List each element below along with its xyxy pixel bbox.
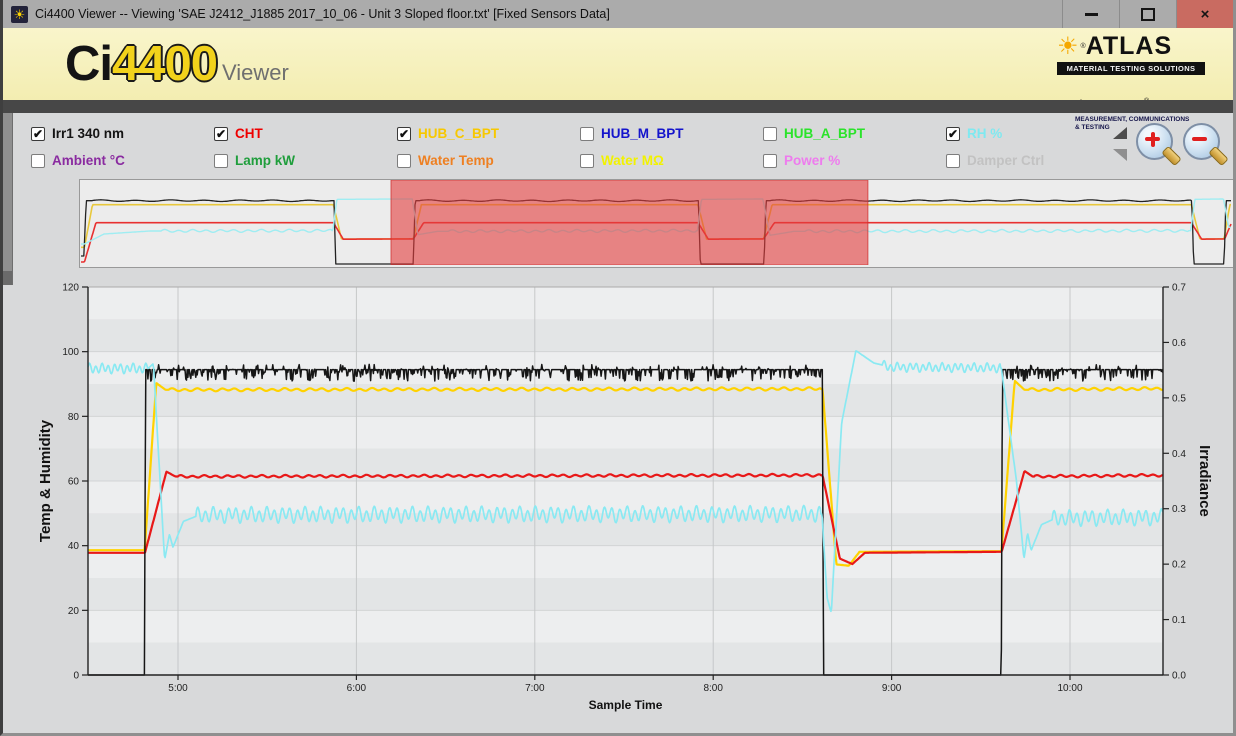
checkbox-unchecked-icon[interactable] [946,154,960,168]
channel-toggle-lamp-kw[interactable]: Lamp kW [214,147,397,174]
channel-label: CHT [235,126,263,141]
atlas-sun-icon: ☀ [1057,35,1079,59]
ci4400-logo: Ci4400 Viewer [65,36,289,92]
tick-label-left: 40 [68,541,80,552]
window-title: Ci4400 Viewer -- Viewing 'SAE J2412_J188… [35,7,610,21]
tick-label-left: 80 [68,412,80,423]
channel-label: Damper Ctrl [967,153,1044,168]
maximize-icon [1141,8,1155,21]
channel-toggle-hub-m-bpt[interactable]: HUB_M_BPT [580,120,763,147]
y-axis-label-right: Irradiance [1196,445,1213,517]
channel-toggle-water-m-[interactable]: Water MΩ [580,147,763,174]
tick-label-left: 20 [68,606,80,617]
zoom-in-handle-icon [1161,146,1182,167]
tick-label-bottom: 8:00 [703,683,723,694]
checkbox-unchecked-icon[interactable] [31,154,45,168]
tick-label-right: 0.0 [1172,671,1186,682]
logo-ci-text: Ci [65,36,112,92]
maximize-button[interactable] [1119,0,1176,28]
tick-label-bottom: 7:00 [525,683,545,694]
zoom-out-button[interactable] [1183,123,1229,169]
checkbox-checked-icon[interactable]: ✔ [397,127,411,141]
logo-4400-text: 4400 [112,36,217,92]
checkbox-unchecked-icon[interactable] [763,154,777,168]
tick-label-bottom: 6:00 [347,683,367,694]
channel-toggle-panel: ✔ Irr1 340 nm ✔ CHT ✔ HUB_C_BPT HUB_M_BPT HUB_A… [31,120,1129,174]
channel-label: RH % [967,126,1002,141]
header-banner: Ci4400 Viewer ☀® ATLAS MATERIAL TESTING … [3,28,1233,100]
app-window: ☀ Ci4400 Viewer -- Viewing 'SAE J2412_J1… [0,0,1236,736]
minimize-button[interactable] [1062,0,1119,28]
tick-label-right: 0.4 [1172,449,1186,460]
channel-toggle-irr1-340-nm[interactable]: ✔ Irr1 340 nm [31,120,214,147]
tick-label-left: 100 [62,347,79,358]
left-gutter [3,113,13,285]
plot-area[interactable] [88,287,1163,675]
channel-label: HUB_C_BPT [418,126,499,141]
close-icon: × [1201,7,1210,22]
tick-label-bottom: 5:00 [168,683,188,694]
tick-label-right: 0.2 [1172,560,1186,571]
checkbox-unchecked-icon[interactable] [397,154,411,168]
y-axis-label-left: Temp & Humidity [37,419,54,542]
close-button[interactable]: × [1176,0,1233,28]
atlas-logo: ☀® ATLAS MATERIAL TESTING SOLUTIONS [1057,32,1205,75]
app-icon: ☀ [11,6,28,23]
channel-label: Water MΩ [601,153,664,168]
channel-label: HUB_A_BPT [784,126,865,141]
tick-label-right: 0.7 [1172,283,1186,294]
x-axis-label: Sample Time [589,698,663,712]
tick-label-left: 120 [62,283,79,294]
channel-toggle-hub-c-bpt[interactable]: ✔ HUB_C_BPT [397,120,580,147]
tick-label-right: 0.1 [1172,615,1186,626]
tick-label-left: 0 [73,671,79,682]
channel-toggle-hub-a-bpt[interactable]: HUB_A_BPT [763,120,946,147]
channel-toggle-rh-[interactable]: ✔ RH % [946,120,1129,147]
minimize-icon [1085,13,1098,16]
logo-viewer-text: Viewer [222,60,289,86]
selection-region[interactable] [391,180,868,265]
checkbox-unchecked-icon[interactable] [580,127,594,141]
channel-toggle-damper-ctrl[interactable]: Damper Ctrl [946,147,1129,174]
channel-label: HUB_M_BPT [601,126,684,141]
channel-toggle-ambient-c[interactable]: Ambient °C [31,147,214,174]
checkbox-checked-icon[interactable]: ✔ [31,127,45,141]
channel-label: Water Temp [418,153,494,168]
tick-label-right: 0.5 [1172,393,1186,404]
overview-chart [80,180,1232,265]
checkbox-checked-icon[interactable]: ✔ [946,127,960,141]
atlas-name: ATLAS [1086,32,1172,61]
overview-strip[interactable] [79,179,1235,268]
channel-label: Irr1 340 nm [52,126,124,141]
channel-label: Power % [784,153,840,168]
tick-label-left: 60 [68,477,80,488]
channel-label: Lamp kW [235,153,295,168]
channel-toggle-cht[interactable]: ✔ CHT [214,120,397,147]
tick-label-right: 0.6 [1172,338,1186,349]
zoom-out-handle-icon [1208,146,1229,167]
channel-toggle-power-[interactable]: Power % [763,147,946,174]
main-chart-container: 0 20 40 60 80 100 120 0.0 0.1 0.2 0.3 0.4 0.5 0.6 0.7 5… [3,272,1236,736]
zoom-in-button[interactable] [1136,123,1182,169]
main-chart: 0 20 40 60 80 100 120 0.0 0.1 0.2 0.3 0.4 0.5 0.6 0.7 5… [3,272,1236,736]
header-separator [3,100,1233,113]
checkbox-unchecked-icon[interactable] [763,127,777,141]
checkbox-checked-icon[interactable]: ✔ [214,127,228,141]
tick-label-right: 0.3 [1172,504,1186,515]
checkbox-unchecked-icon[interactable] [214,154,228,168]
atlas-tagline: MATERIAL TESTING SOLUTIONS [1057,62,1205,75]
channel-toggle-water-temp[interactable]: Water Temp [397,147,580,174]
tick-label-bottom: 10:00 [1057,683,1082,694]
title-bar: ☀ Ci4400 Viewer -- Viewing 'SAE J2412_J1… [3,0,1233,29]
tick-label-bottom: 9:00 [882,683,902,694]
channel-label: Ambient °C [52,153,125,168]
checkbox-unchecked-icon[interactable] [580,154,594,168]
